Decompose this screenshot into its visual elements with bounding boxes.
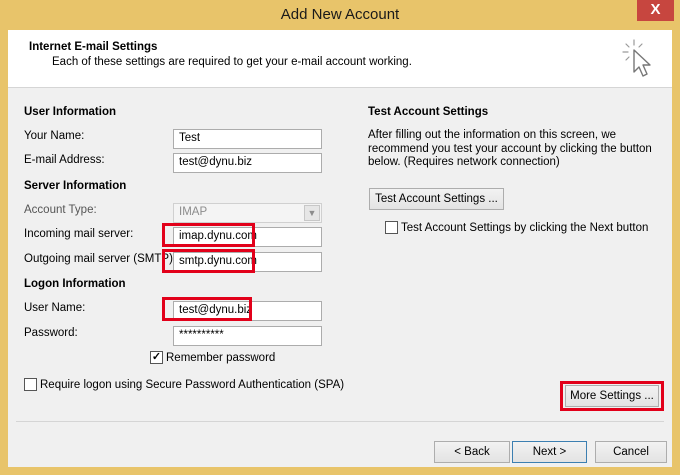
outgoing-server-highlight <box>162 249 255 273</box>
test-on-next-label: Test Account Settings by clicking the Ne… <box>401 222 649 234</box>
title-bar: Add New Account X <box>0 0 680 30</box>
window-title: Add New Account <box>280 6 400 23</box>
test-account-description: After filling out the information on thi… <box>368 129 652 168</box>
remember-password-checkbox[interactable]: ✓ <box>150 351 163 364</box>
window-frame-bottom <box>0 467 680 475</box>
password-label: Password: <box>24 327 78 339</box>
account-type-label: Account Type: <box>24 204 97 216</box>
cancel-button[interactable]: Cancel <box>595 441 667 463</box>
settings-content: User Information Your Name: Test E-mail … <box>8 89 672 419</box>
more-settings-highlight <box>560 381 664 411</box>
email-address-field[interactable]: test@dynu.biz <box>173 153 322 173</box>
window-frame-right <box>672 30 680 475</box>
next-button[interactable]: Next > <box>512 441 587 463</box>
logon-information-heading: Logon Information <box>24 278 126 290</box>
chevron-down-icon: ▼ <box>304 205 320 221</box>
password-field[interactable]: ********** <box>173 326 322 346</box>
back-button[interactable]: < Back <box>434 441 510 463</box>
your-name-field[interactable]: Test <box>173 129 322 149</box>
header-title: Internet E-mail Settings <box>29 41 158 53</box>
footer-divider <box>16 421 664 422</box>
your-name-label: Your Name: <box>24 130 85 142</box>
user-information-heading: User Information <box>24 106 117 118</box>
server-information-heading: Server Information <box>24 180 127 192</box>
spa-checkbox[interactable] <box>24 378 37 391</box>
window-frame-left <box>0 30 8 475</box>
user-name-label: User Name: <box>24 302 86 314</box>
header-subtitle: Each of these settings are required to g… <box>52 56 412 68</box>
close-button[interactable]: X <box>637 0 674 21</box>
incoming-server-highlight <box>162 223 255 247</box>
account-type-value: IMAP <box>179 206 208 218</box>
user-name-highlight <box>162 297 252 321</box>
spa-label: Require logon using Secure Password Auth… <box>40 379 345 391</box>
test-account-heading: Test Account Settings <box>368 106 489 118</box>
outgoing-server-label: Outgoing mail server (SMTP): <box>24 253 177 265</box>
incoming-server-label: Incoming mail server: <box>24 228 134 240</box>
test-account-settings-button[interactable]: Test Account Settings ... <box>369 188 504 210</box>
wizard-cursor-icon <box>622 39 651 77</box>
test-on-next-checkbox[interactable] <box>385 221 398 234</box>
remember-password-label: Remember password <box>166 352 276 364</box>
account-type-dropdown: IMAP ▼ <box>173 203 322 223</box>
wizard-header: Internet E-mail Settings Each of these s… <box>8 30 672 88</box>
email-address-label: E-mail Address: <box>24 154 105 166</box>
